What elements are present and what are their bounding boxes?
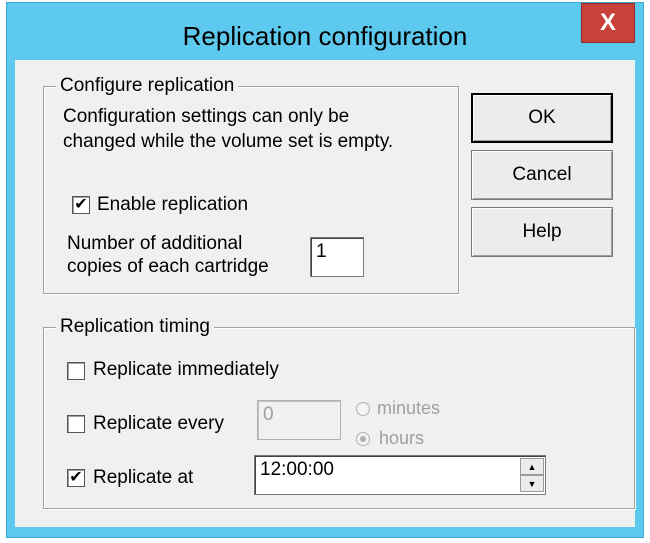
checkmark-icon: ✔ xyxy=(74,196,88,213)
config-note-line2: changed while the volume set is empty. xyxy=(63,131,394,152)
hours-radio[interactable] xyxy=(356,432,370,446)
chevron-up-icon: ▲ xyxy=(527,461,537,472)
copies-input[interactable]: 1 xyxy=(310,237,364,277)
replicate-at-checkbox[interactable]: ✔ xyxy=(67,469,85,487)
close-icon: X xyxy=(599,9,616,36)
cancel-button[interactable]: Cancel xyxy=(471,150,613,200)
config-note-line1: Configuration settings can only be xyxy=(63,106,350,127)
close-button[interactable]: X xyxy=(581,3,635,43)
replicate-immediately-checkbox[interactable] xyxy=(67,362,85,380)
enable-replication-checkbox[interactable]: ✔ xyxy=(72,196,90,214)
replication-timing-label: Replication timing xyxy=(56,316,214,338)
chevron-down-icon: ▼ xyxy=(527,478,537,489)
dialog-title: Replication configuration xyxy=(182,21,468,51)
replicate-every-label[interactable]: Replicate every xyxy=(93,411,224,437)
replicate-at-label[interactable]: Replicate at xyxy=(93,465,193,491)
configure-replication-label: Configure replication xyxy=(56,75,239,97)
minutes-radio[interactable] xyxy=(356,402,370,416)
time-spin-up-button[interactable]: ▲ xyxy=(520,458,544,475)
ok-button[interactable]: OK xyxy=(471,93,613,143)
minutes-label[interactable]: minutes xyxy=(377,395,440,421)
replicate-at-time-input[interactable]: 12:00:00 xyxy=(254,455,546,495)
hours-label[interactable]: hours xyxy=(379,425,424,451)
dialog-window: Replication configuration X Configure re… xyxy=(6,2,644,538)
replicate-every-input[interactable]: 0 xyxy=(257,400,341,440)
enable-replication-label[interactable]: Enable replication xyxy=(97,192,248,218)
replicate-immediately-label[interactable]: Replicate immediately xyxy=(93,357,279,383)
copies-label-line2: copies of each cartridge xyxy=(67,256,269,277)
replicate-every-checkbox[interactable] xyxy=(67,415,85,433)
time-spin-down-button[interactable]: ▼ xyxy=(520,475,544,492)
help-button[interactable]: Help xyxy=(471,207,613,257)
copies-label-line1: Number of additional xyxy=(67,233,243,254)
dialog-body: Configure replication Configuration sett… xyxy=(15,60,635,527)
checkmark-icon: ✔ xyxy=(69,469,83,486)
